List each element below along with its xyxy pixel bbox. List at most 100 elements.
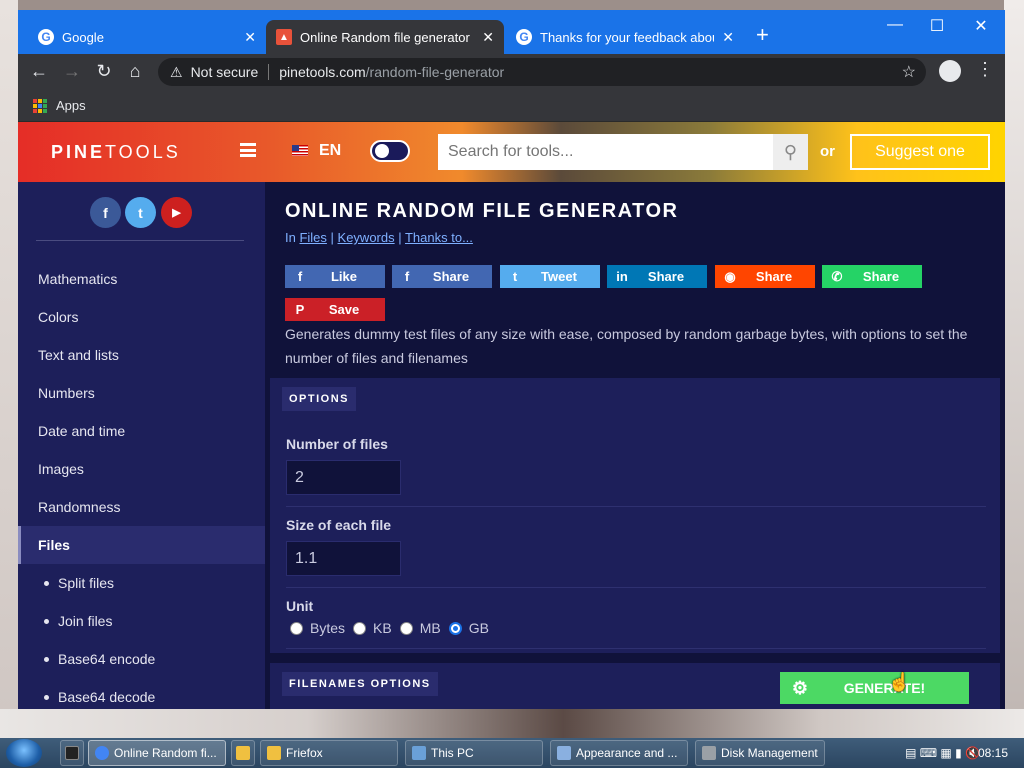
bookmarks-bar: Apps bbox=[18, 90, 1005, 122]
bullet-icon bbox=[44, 694, 49, 700]
sidebar-item-files[interactable]: Files bbox=[18, 526, 265, 564]
size-of-each-file-label: Size of each file bbox=[286, 517, 392, 533]
apps-bookmark[interactable]: Apps bbox=[56, 98, 86, 113]
language-selector[interactable]: EN bbox=[319, 142, 341, 160]
explorer-taskbar-icon[interactable] bbox=[231, 740, 255, 766]
facebook-icon: f bbox=[404, 269, 410, 284]
or-label: or bbox=[820, 143, 835, 160]
us-flag-icon[interactable] bbox=[292, 145, 308, 156]
sidebar-item-colors[interactable]: Colors bbox=[18, 298, 265, 336]
options-heading: OPTIONS bbox=[282, 387, 357, 411]
unit-mb-radio[interactable] bbox=[399, 621, 413, 635]
site-header: PINETOOLS EN ⚲ or Suggest one bbox=[18, 122, 1005, 182]
control-panel-icon bbox=[557, 746, 571, 760]
whatsapp-icon: ✆ bbox=[831, 268, 843, 284]
breadcrumb-keywords-link[interactable]: Keywords bbox=[338, 230, 395, 245]
clock[interactable]: 08:15 bbox=[978, 746, 1008, 760]
folder-icon bbox=[267, 746, 281, 760]
close-tab-icon[interactable]: ✕ bbox=[244, 29, 256, 46]
unit-bytes-radio[interactable] bbox=[290, 621, 303, 635]
sidebar: f t ▶ Mathematics Colors Text and lists … bbox=[18, 182, 265, 709]
linkedin-share-button[interactable]: in Share bbox=[607, 265, 707, 288]
profile-avatar[interactable] bbox=[939, 60, 961, 82]
disk-icon bbox=[702, 746, 716, 760]
suggest-tool-button[interactable]: Suggest one bbox=[850, 134, 990, 170]
desktop-background-right bbox=[1004, 0, 1024, 738]
reload-icon[interactable]: ↻ bbox=[93, 61, 115, 82]
filenames-options-heading: FILENAMES OPTIONS bbox=[282, 672, 438, 696]
taskbar-item-this-pc[interactable]: This PC bbox=[405, 740, 543, 766]
folder-icon bbox=[236, 746, 250, 760]
google-icon: G bbox=[38, 29, 54, 45]
tab-feedback[interactable]: G Thanks for your feedback about ✕ bbox=[506, 20, 744, 54]
whatsapp-share-button[interactable]: ✆ Share bbox=[822, 265, 922, 288]
apps-grid-icon[interactable] bbox=[33, 99, 47, 113]
sidebar-item-mathematics[interactable]: Mathematics bbox=[18, 260, 265, 298]
sidebar-item-date-and-time[interactable]: Date and time bbox=[18, 412, 265, 450]
tweet-button[interactable]: t Tweet bbox=[500, 265, 600, 288]
sidebar-item-randomness[interactable]: Randomness bbox=[18, 488, 265, 526]
chrome-icon bbox=[95, 746, 109, 760]
facebook-icon[interactable]: f bbox=[90, 197, 121, 228]
close-window-button[interactable]: ✕ bbox=[961, 16, 1001, 36]
search-icon[interactable]: ⚲ bbox=[773, 134, 808, 170]
address-bar[interactable]: ⚠ Not secure pinetools.com/random-file-g… bbox=[158, 58, 926, 86]
minimize-button[interactable]: — bbox=[875, 16, 915, 34]
sidebar-item-text-and-lists[interactable]: Text and lists bbox=[18, 336, 265, 374]
new-tab-button[interactable]: + bbox=[756, 24, 769, 46]
unit-kb-radio[interactable] bbox=[353, 621, 367, 635]
cmd-taskbar-icon[interactable] bbox=[60, 740, 84, 766]
back-icon[interactable]: ← bbox=[28, 61, 50, 82]
browser-window: G Google ✕ ▲ Online Random file generato… bbox=[18, 10, 1005, 709]
sidebar-subitem-base64-encode[interactable]: Base64 encode bbox=[18, 640, 265, 678]
breadcrumb: In Files | Keywords | Thanks to... bbox=[285, 230, 473, 245]
url-host: pinetools.com bbox=[279, 64, 366, 80]
tab-google[interactable]: G Google ✕ bbox=[28, 20, 266, 54]
sidebar-divider bbox=[36, 240, 244, 241]
main-content: ONLINE RANDOM FILE GENERATOR In Files | … bbox=[265, 182, 1005, 709]
system-tray[interactable]: ▤ ⌨ ▦ ▮ 🔇 bbox=[905, 746, 980, 760]
maximize-button[interactable]: ☐ bbox=[917, 16, 957, 36]
facebook-like-button[interactable]: f Like bbox=[285, 265, 385, 288]
close-tab-icon[interactable]: ✕ bbox=[722, 29, 734, 46]
pinetools-logo[interactable]: PINETOOLS bbox=[51, 142, 181, 163]
breadcrumb-files-link[interactable]: Files bbox=[299, 230, 326, 245]
cmd-icon bbox=[65, 746, 79, 760]
taskbar-item-friefox[interactable]: Friefox bbox=[260, 740, 398, 766]
options-panel: OPTIONS Number of files Size of each fil… bbox=[270, 378, 1000, 653]
taskbar-item-chrome[interactable]: Online Random fi... bbox=[88, 740, 226, 766]
forward-icon[interactable]: → bbox=[61, 61, 83, 82]
hamburger-menu-icon[interactable] bbox=[240, 143, 256, 157]
tab-title: Google bbox=[62, 29, 104, 45]
tool-search-input[interactable] bbox=[438, 134, 773, 170]
generate-button[interactable]: ⚙ GENERATE! bbox=[780, 672, 969, 704]
sidebar-subitem-base64-decode[interactable]: Base64 decode bbox=[18, 678, 265, 709]
sidebar-subitem-join-files[interactable]: Join files bbox=[18, 602, 265, 640]
reddit-share-button[interactable]: ◉ Share bbox=[715, 265, 815, 288]
size-of-each-file-input[interactable] bbox=[286, 541, 401, 576]
sidebar-item-images[interactable]: Images bbox=[18, 450, 265, 488]
close-tab-icon[interactable]: ✕ bbox=[482, 29, 494, 46]
home-icon[interactable]: ⌂ bbox=[124, 61, 146, 82]
tab-pinetools[interactable]: ▲ Online Random file generator ✕ bbox=[266, 20, 504, 54]
sidebar-item-numbers[interactable]: Numbers bbox=[18, 374, 265, 412]
unit-gb-radio[interactable] bbox=[448, 621, 462, 635]
bookmark-star-icon[interactable]: ☆ bbox=[902, 62, 916, 82]
taskbar-item-disk-management[interactable]: Disk Management bbox=[695, 740, 825, 766]
gear-icon: ⚙ bbox=[791, 677, 809, 698]
start-button[interactable] bbox=[6, 739, 42, 767]
number-of-files-input[interactable] bbox=[286, 460, 401, 495]
facebook-share-button[interactable]: f Share bbox=[392, 265, 492, 288]
twitter-icon[interactable]: t bbox=[125, 197, 156, 228]
twitter-icon: t bbox=[512, 269, 518, 284]
youtube-icon[interactable]: ▶ bbox=[161, 197, 192, 228]
menu-kebab-icon[interactable]: ⋮ bbox=[976, 59, 994, 80]
breadcrumb-thanks-link[interactable]: Thanks to... bbox=[405, 230, 473, 245]
taskbar: Online Random fi... Friefox This PC Appe… bbox=[0, 738, 1024, 768]
taskbar-item-appearance[interactable]: Appearance and ... bbox=[550, 740, 688, 766]
sidebar-subitem-split-files[interactable]: Split files bbox=[18, 564, 265, 602]
options-divider bbox=[286, 506, 986, 507]
pinterest-save-button[interactable]: P Save bbox=[285, 298, 385, 321]
dark-mode-toggle[interactable] bbox=[370, 140, 410, 162]
unit-mb-label: MB bbox=[419, 620, 441, 636]
